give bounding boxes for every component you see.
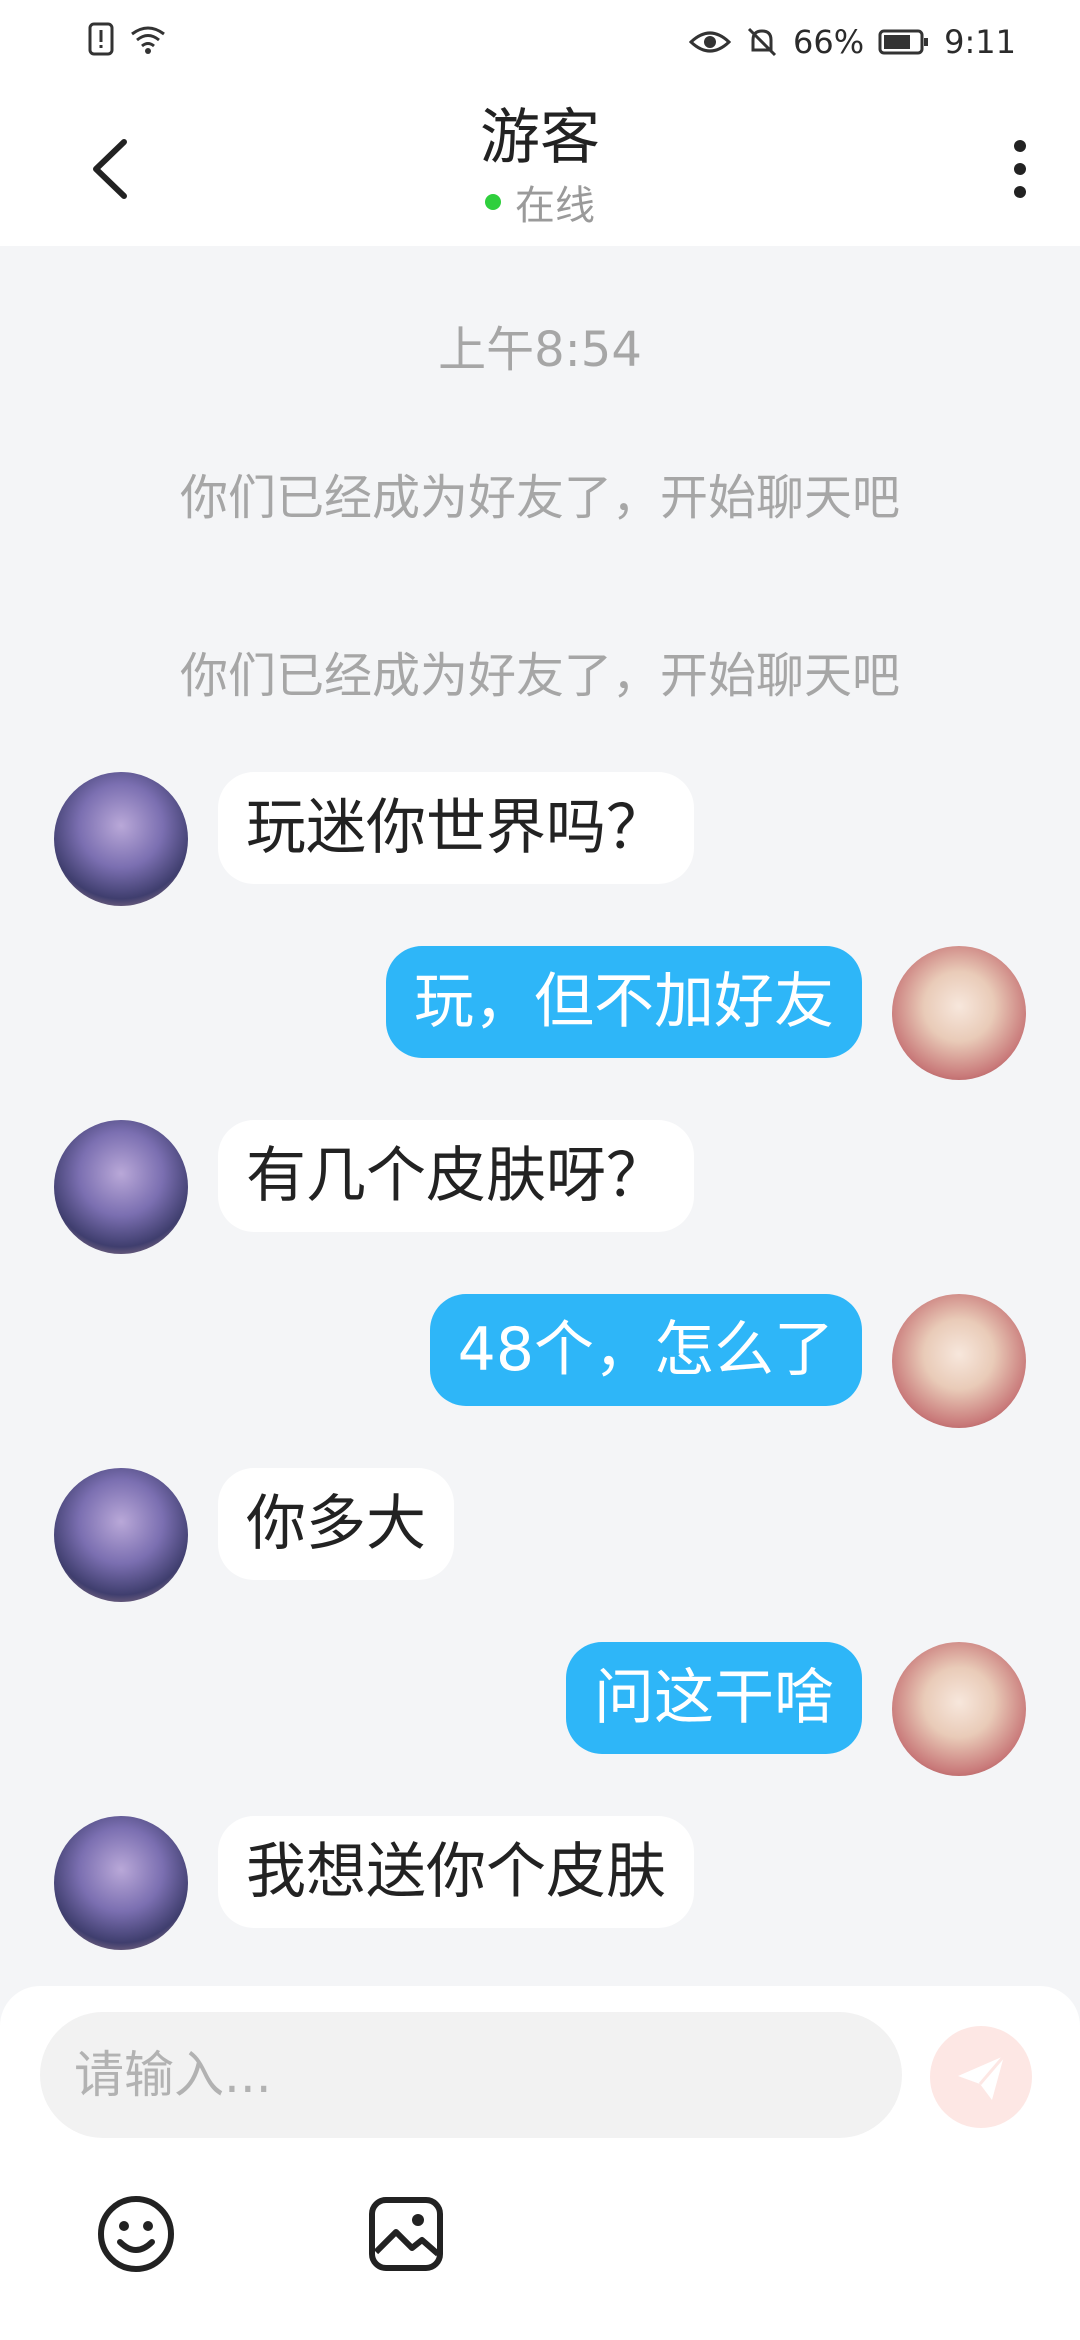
send-icon — [958, 2055, 1006, 2100]
incoming-message[interactable]: 玩迷你世界吗？ — [218, 772, 694, 884]
system-message: 你们已经成为好友了，开始聊天吧 — [179, 470, 900, 526]
outgoing-message[interactable]: 问这干啥 — [566, 1642, 862, 1754]
battery-percent: 66% — [793, 23, 865, 61]
message-composer — [0, 1986, 1080, 2340]
incoming-message[interactable]: 有几个皮肤呀？ — [218, 1120, 694, 1232]
online-label: 在线 — [515, 183, 595, 229]
message-input[interactable] — [40, 2012, 902, 2138]
contact-name: 游客 — [480, 103, 600, 173]
status-bar: 66% 9:11 — [0, 0, 1080, 84]
chat-header: 游客 在线 — [0, 84, 1080, 246]
status-left-icons — [88, 22, 168, 56]
send-button[interactable] — [930, 2026, 1032, 2128]
online-status: 在线 — [0, 178, 1080, 234]
image-button[interactable] — [366, 2194, 446, 2274]
eye-icon — [689, 31, 732, 53]
status-right: 66% 9:11 — [689, 22, 1016, 62]
mute-bell-icon — [747, 27, 777, 57]
outgoing-message[interactable]: 玩，但不加好友 — [386, 946, 862, 1058]
contact-avatar[interactable] — [54, 772, 188, 906]
system-message: 你们已经成为好友了，开始聊天吧 — [179, 648, 900, 704]
more-vertical-icon — [1014, 140, 1026, 198]
my-avatar[interactable] — [892, 1294, 1026, 1428]
contact-avatar[interactable] — [54, 1120, 188, 1254]
my-avatar[interactable] — [892, 1642, 1026, 1776]
wifi-icon — [131, 26, 165, 54]
battery-icon — [878, 29, 929, 55]
image-icon — [369, 2197, 443, 2271]
incoming-message[interactable]: 你多大 — [218, 1468, 454, 1580]
sim-alert-icon — [88, 22, 114, 56]
message-timestamp: 上午8:54 — [438, 322, 642, 378]
chat-messages[interactable]: 上午8:54 你们已经成为好友了，开始聊天吧 你们已经成为好友了，开始聊天吧 玩… — [0, 246, 1080, 1986]
online-dot — [485, 194, 501, 210]
contact-avatar[interactable] — [54, 1816, 188, 1950]
clock: 9:11 — [944, 23, 1016, 61]
more-options-button[interactable] — [1000, 134, 1040, 204]
outgoing-message[interactable]: 48个，怎么了 — [429, 1294, 862, 1406]
contact-avatar[interactable] — [54, 1468, 188, 1602]
emoji-icon — [98, 2196, 174, 2272]
my-avatar[interactable] — [892, 946, 1026, 1080]
emoji-button[interactable] — [96, 2194, 176, 2274]
incoming-message[interactable]: 我想送你个皮肤 — [218, 1816, 694, 1928]
